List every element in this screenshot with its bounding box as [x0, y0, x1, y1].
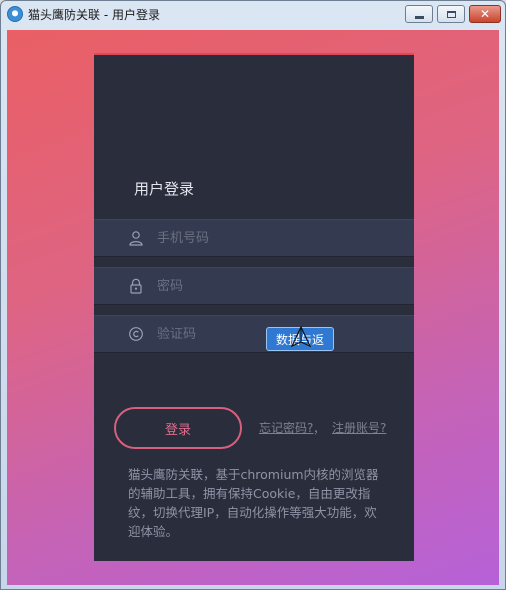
register-link[interactable]: 注册账号?	[332, 419, 386, 436]
login-title: 用户登录	[134, 180, 195, 198]
phone-input[interactable]	[157, 228, 397, 248]
password-field[interactable]	[94, 267, 414, 305]
phone-field[interactable]	[94, 219, 414, 257]
user-icon	[129, 231, 143, 246]
window-title: 猫头鹰防关联 - 用户登录	[28, 8, 160, 22]
app-window: 猫头鹰防关联 - 用户登录 ✕ 用户登录 手机号码 验证码 数据与返 登录 忘记…	[0, 0, 506, 590]
maximize-icon	[446, 10, 456, 18]
close-button[interactable]: ✕	[469, 5, 501, 23]
link-separator: ，	[313, 422, 326, 436]
window-client-area: 用户登录 手机号码 验证码 数据与返 登录 忘记密码? ， 注册账号? 猫头鹰防…	[7, 30, 499, 585]
app-description: 猫头鹰防关联，基于chromium内核的浏览器的辅助工具，拥有保持Cookie，…	[128, 467, 379, 539]
mouse-cursor-icon	[290, 325, 312, 348]
maximize-button[interactable]	[437, 5, 465, 23]
minimize-icon	[414, 15, 424, 19]
captcha-field[interactable]	[94, 315, 414, 353]
login-panel: 用户登录 手机号码 验证码 数据与返 登录 忘记密码? ， 注册账号? 猫头鹰防…	[94, 53, 414, 561]
password-input[interactable]	[157, 276, 397, 296]
app-logo-icon	[7, 6, 23, 22]
lock-icon	[130, 278, 142, 294]
title-bar[interactable]: 猫头鹰防关联 - 用户登录 ✕	[1, 1, 505, 27]
minimize-button[interactable]	[405, 5, 433, 23]
close-icon: ✕	[479, 7, 491, 21]
forgot-password-link[interactable]: 忘记密码?	[259, 419, 313, 436]
copyright-icon	[129, 327, 143, 341]
login-button[interactable]: 登录	[114, 407, 242, 449]
